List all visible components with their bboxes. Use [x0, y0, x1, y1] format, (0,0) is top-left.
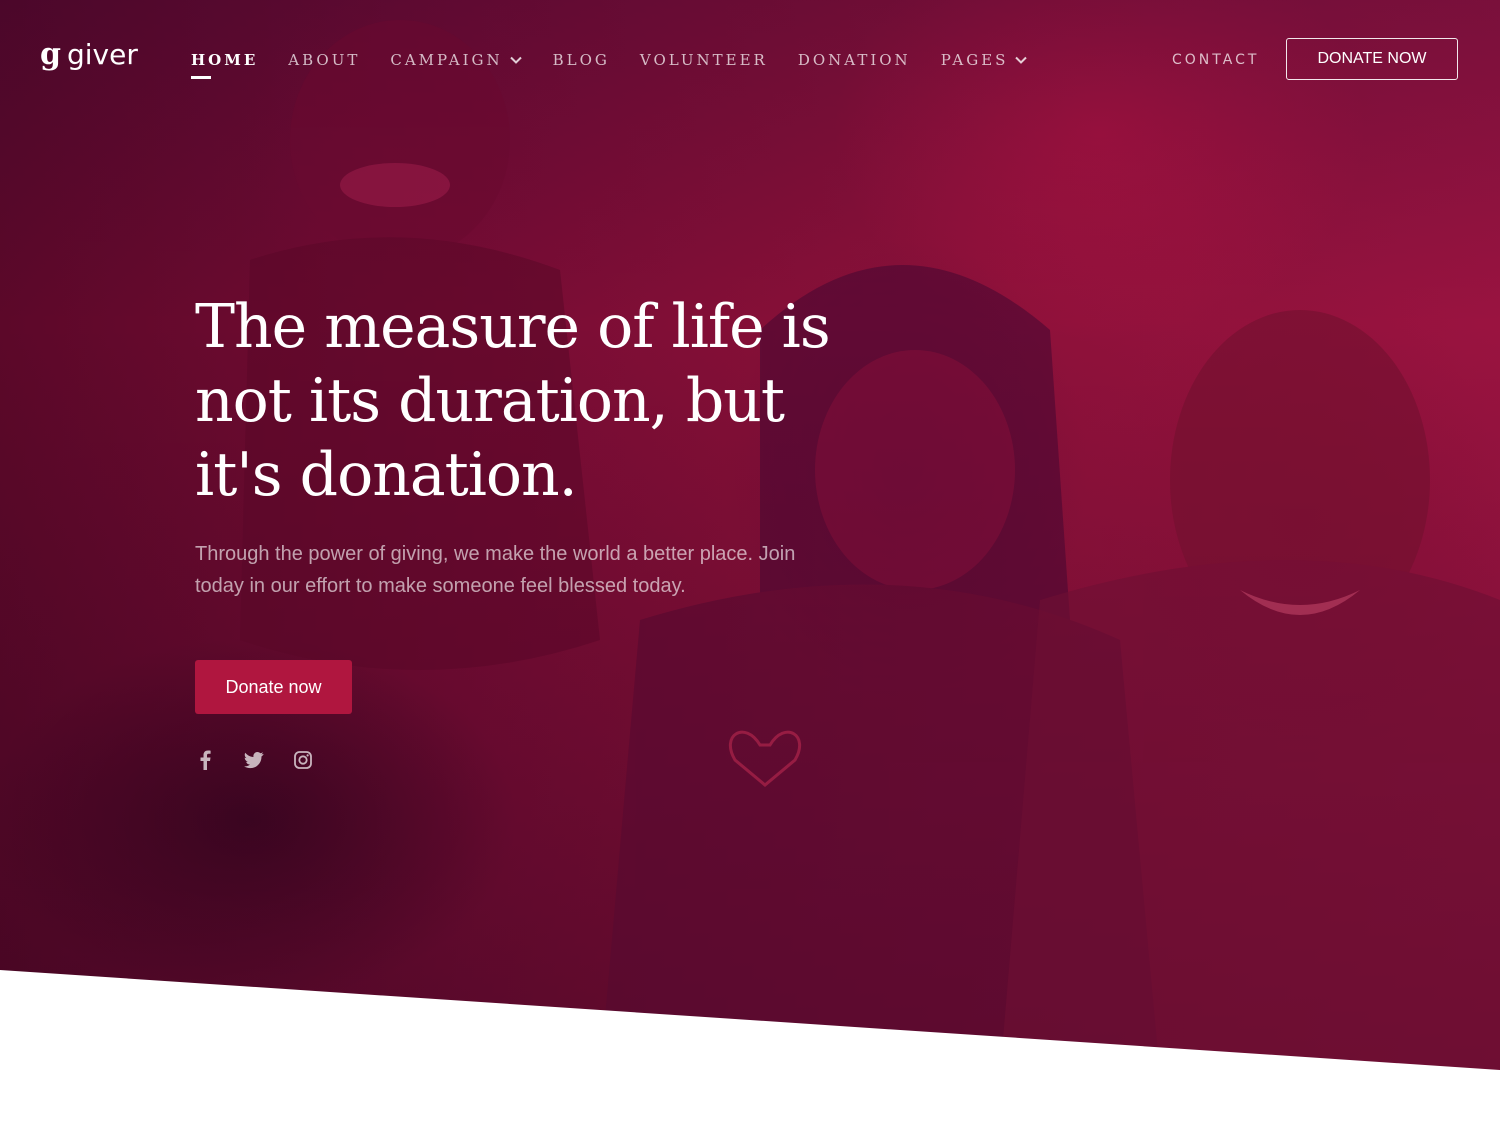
hero-donate-button[interactable]: Donate now — [195, 660, 352, 714]
nav-item-contact[interactable]: CONTACT — [1172, 50, 1259, 70]
donate-now-button[interactable]: DONATE NOW — [1286, 38, 1458, 80]
chevron-down-icon — [509, 56, 522, 64]
nav-item-pages[interactable]: PAGES — [941, 50, 1029, 70]
nav-item-about[interactable]: ABOUT — [288, 50, 360, 70]
headline-line: it's donation. — [195, 440, 578, 510]
twitter-icon[interactable] — [244, 750, 264, 770]
top-navbar: g giver HOME ABOUT CAMPAIGN BLOG VOLUNTE… — [0, 0, 1500, 120]
instagram-icon[interactable] — [293, 750, 313, 770]
nav-item-label: DONATION — [797, 51, 911, 69]
nav-item-volunteer[interactable]: VOLUNTEER — [640, 50, 768, 70]
nav-item-label: VOLUNTEER — [639, 51, 768, 69]
nav-item-label: CAMPAIGN — [390, 51, 503, 69]
nav-item-label: PAGES — [940, 51, 1009, 69]
hero-subtext: Through the power of giving, we make the… — [195, 543, 796, 597]
page: g giver HOME ABOUT CAMPAIGN BLOG VOLUNTE… — [0, 0, 1500, 1125]
nav-item-label: BLOG — [552, 51, 610, 69]
nav-item-donation[interactable]: DONATION — [798, 50, 911, 70]
headline-line: The measure of life is — [195, 292, 831, 362]
main-menu: HOME ABOUT CAMPAIGN BLOG VOLUNTEER DONAT… — [191, 50, 1058, 79]
nav-item-label: ABOUT — [288, 51, 361, 69]
hero-headline: The measure of life is not its duration,… — [195, 290, 835, 512]
nav-item-campaign[interactable]: CAMPAIGN — [390, 50, 522, 70]
nav-item-home[interactable]: HOME — [191, 50, 259, 79]
social-links — [195, 750, 835, 770]
logo-text: giver — [66, 38, 138, 71]
logo-mark: g — [40, 37, 61, 72]
hero-content: The measure of life is not its duration,… — [195, 290, 835, 770]
nav-item-blog[interactable]: BLOG — [553, 50, 610, 70]
giver-logo[interactable]: g giver — [40, 40, 138, 70]
facebook-icon[interactable] — [195, 750, 215, 770]
chevron-down-icon — [1015, 56, 1028, 64]
nav-item-label: HOME — [191, 51, 259, 69]
headline-line: not its duration, but — [195, 366, 785, 436]
